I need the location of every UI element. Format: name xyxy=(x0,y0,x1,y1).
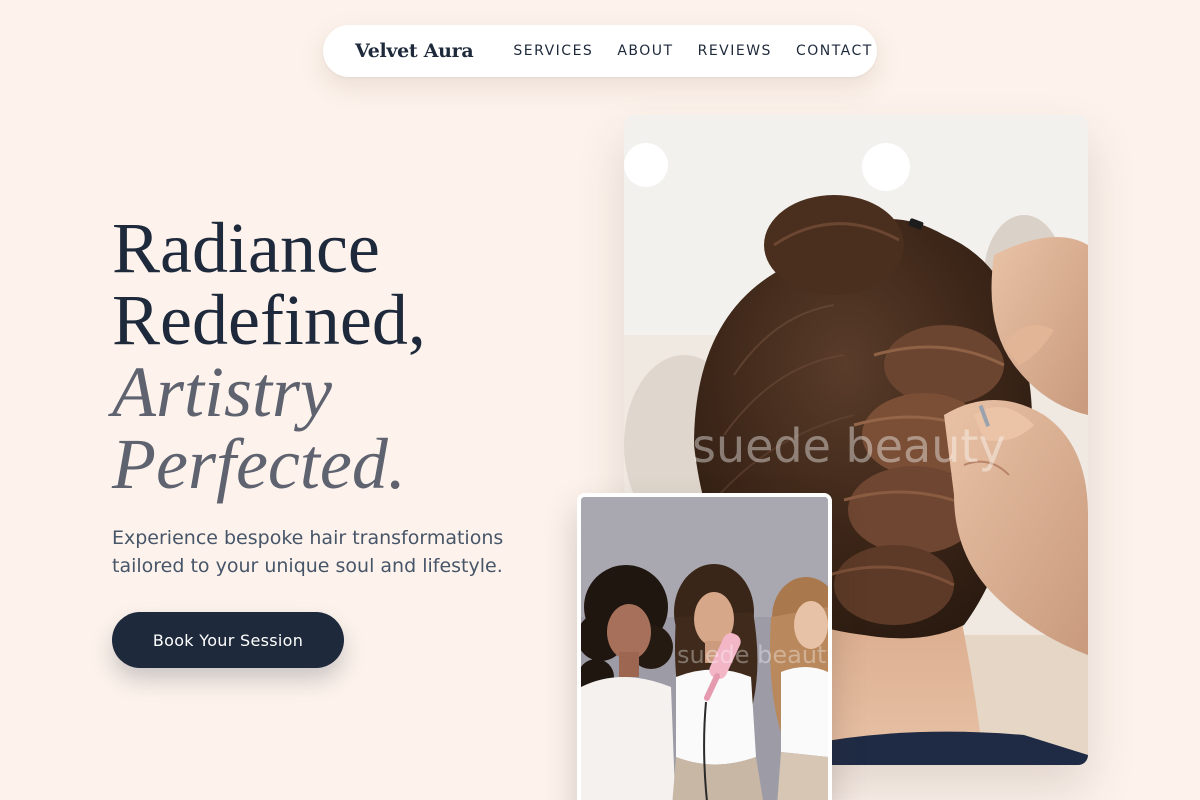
hero-accent-line-1: Artistry xyxy=(112,352,333,432)
nav-links: SERVICES ABOUT REVIEWS CONTACT xyxy=(513,43,872,59)
nav-link-contact[interactable]: CONTACT xyxy=(796,43,873,59)
hero-subtitle: Experience bespoke hair transformations … xyxy=(112,527,504,577)
nav-link-about[interactable]: ABOUT xyxy=(617,43,673,59)
hero-title-line-1: Radiance xyxy=(112,208,380,288)
book-session-button[interactable]: Book Your Session xyxy=(112,612,344,668)
main-photo-watermark: suede beauty xyxy=(692,419,1006,473)
brand-logo[interactable]: Velvet Aura xyxy=(355,40,474,62)
hero-accent-line-2: Perfected. xyxy=(112,424,406,504)
hero-heading: Radiance Redefined, Artistry Perfected. xyxy=(112,212,426,500)
top-nav: Velvet Aura SERVICES ABOUT REVIEWS CONTA… xyxy=(323,25,877,77)
hero-photo-models: suede beauty xyxy=(577,493,832,800)
hero-title-line-2: Redefined, xyxy=(112,280,426,360)
second-photo-watermark: suede beauty xyxy=(677,641,832,669)
nav-link-reviews[interactable]: REVIEWS xyxy=(698,43,772,59)
nav-link-services[interactable]: SERVICES xyxy=(513,43,593,59)
